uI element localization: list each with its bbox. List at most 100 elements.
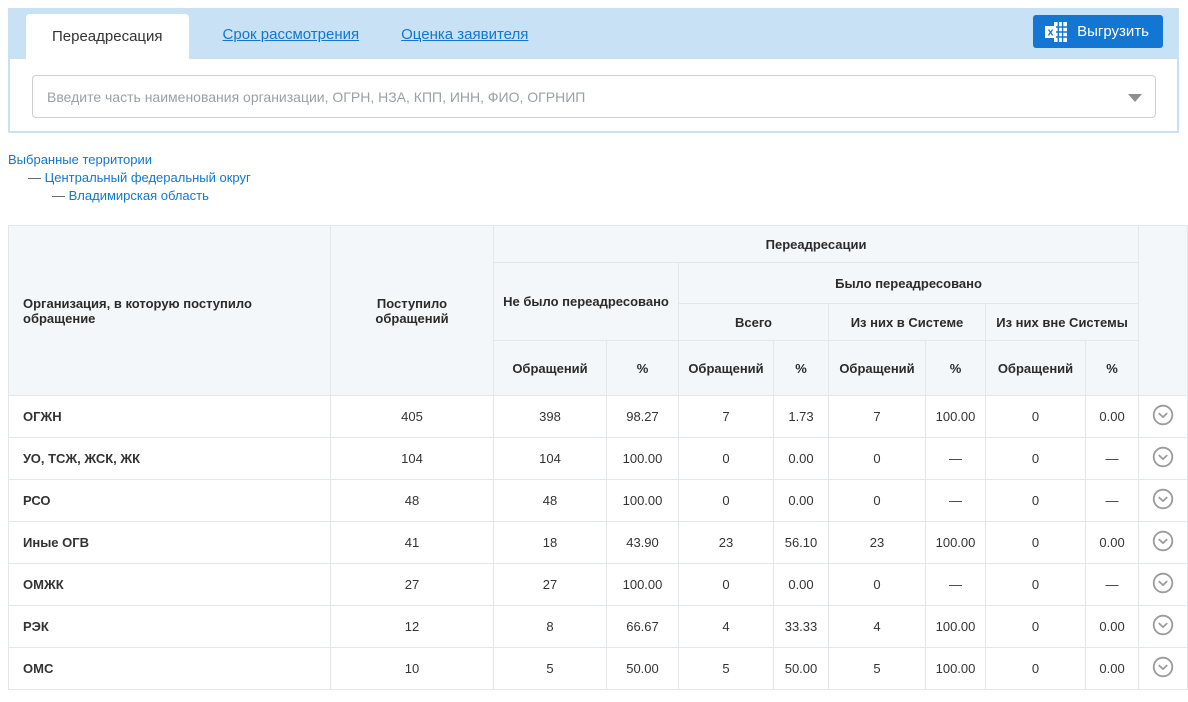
- value-cell: 0: [986, 480, 1086, 522]
- value-cell: 100.00: [926, 648, 986, 690]
- value-cell: 0: [986, 438, 1086, 480]
- value-cell: 0: [986, 606, 1086, 648]
- org-search-input[interactable]: [32, 75, 1156, 118]
- value-cell: 27: [331, 564, 494, 606]
- expand-cell: [1139, 564, 1188, 606]
- table-header: Организация, в которую поступило обращен…: [9, 226, 1188, 396]
- chevron-down-circle-icon: [1152, 656, 1174, 678]
- org-search-combobox: [32, 75, 1156, 118]
- expand-cell: [1139, 480, 1188, 522]
- svg-text:x: x: [1048, 26, 1055, 38]
- expand-row-button[interactable]: [1152, 572, 1174, 594]
- expand-cell: [1139, 522, 1188, 564]
- value-cell: 56.10: [774, 522, 829, 564]
- expand-row-button[interactable]: [1152, 488, 1174, 510]
- value-cell: 0.00: [1086, 396, 1139, 438]
- territory-dash: —: [28, 170, 41, 185]
- value-cell: 100.00: [926, 522, 986, 564]
- expand-cell: [1139, 438, 1188, 480]
- org-cell: Иные ОГВ: [9, 522, 331, 564]
- header-not-redirected: Не было переадресовано: [494, 263, 679, 341]
- value-cell: 0: [679, 438, 774, 480]
- chevron-down-circle-icon: [1152, 488, 1174, 510]
- value-cell: 100.00: [607, 564, 679, 606]
- header-percent: %: [774, 341, 829, 396]
- chevron-down-circle-icon: [1152, 572, 1174, 594]
- org-cell: ОМС: [9, 648, 331, 690]
- header-in-system: Из них в Системе: [829, 304, 986, 341]
- value-cell: 4: [829, 606, 926, 648]
- value-cell: 0: [829, 480, 926, 522]
- value-cell: 98.27: [607, 396, 679, 438]
- header-out-system: Из них вне Системы: [986, 304, 1139, 341]
- dropdown-caret-icon[interactable]: [1128, 94, 1142, 102]
- value-cell: 405: [331, 396, 494, 438]
- value-cell: 104: [331, 438, 494, 480]
- table-row: Иные ОГВ411843.902356.1023100.0000.00: [9, 522, 1188, 564]
- redirects-report-table: Организация, в которую поступило обращен…: [8, 225, 1188, 690]
- value-cell: 0: [986, 564, 1086, 606]
- value-cell: 0: [986, 396, 1086, 438]
- page: Переадресация Срок рассмотрения Оценка з…: [0, 0, 1188, 702]
- expand-row-button[interactable]: [1152, 446, 1174, 468]
- expand-row-button[interactable]: [1152, 530, 1174, 552]
- value-cell: 398: [494, 396, 607, 438]
- tabs-bar: Переадресация Срок рассмотрения Оценка з…: [10, 10, 1177, 59]
- value-cell: 12: [331, 606, 494, 648]
- chevron-down-circle-icon: [1152, 446, 1174, 468]
- filter-panel: Переадресация Срок рассмотрения Оценка з…: [8, 8, 1179, 133]
- export-button[interactable]: x Выгрузить: [1033, 15, 1163, 48]
- value-cell: 7: [679, 396, 774, 438]
- expand-row-button[interactable]: [1152, 404, 1174, 426]
- selected-territories: Выбранные территории — Центральный федер…: [8, 151, 251, 205]
- header-appeals: Обращений: [494, 341, 607, 396]
- header-redirected-group: Было переадресовано: [679, 263, 1139, 304]
- value-cell: 43.90: [607, 522, 679, 564]
- value-cell: 18: [494, 522, 607, 564]
- value-cell: 5: [829, 648, 926, 690]
- value-cell: —: [1086, 438, 1139, 480]
- header-percent: %: [926, 341, 986, 396]
- chevron-down-circle-icon: [1152, 614, 1174, 636]
- tab-label: Оценка заявителя: [401, 26, 528, 43]
- value-cell: 33.33: [774, 606, 829, 648]
- header-expand-column: [1139, 226, 1188, 396]
- value-cell: 0: [829, 438, 926, 480]
- territory-link-region[interactable]: Владимирская область: [69, 188, 209, 203]
- tab-label: Срок рассмотрения: [223, 26, 360, 43]
- expand-row-button[interactable]: [1152, 656, 1174, 678]
- value-cell: 104: [494, 438, 607, 480]
- table-row: УО, ТСЖ, ЖСК, ЖК104104100.0000.000—0—: [9, 438, 1188, 480]
- value-cell: 4: [679, 606, 774, 648]
- value-cell: 48: [331, 480, 494, 522]
- value-cell: 41: [331, 522, 494, 564]
- value-cell: 0.00: [1086, 522, 1139, 564]
- value-cell: 100.00: [607, 480, 679, 522]
- value-cell: 1.73: [774, 396, 829, 438]
- tab-label: Переадресация: [52, 28, 163, 45]
- value-cell: 27: [494, 564, 607, 606]
- value-cell: 100.00: [607, 438, 679, 480]
- territory-link-federal-district[interactable]: Центральный федеральный округ: [45, 170, 251, 185]
- search-area: [10, 59, 1177, 131]
- expand-row-button[interactable]: [1152, 614, 1174, 636]
- value-cell: 5: [494, 648, 607, 690]
- value-cell: —: [926, 564, 986, 606]
- tab-pereadresaciya[interactable]: Переадресация: [26, 14, 189, 59]
- value-cell: 8: [494, 606, 607, 648]
- tab-ocenka-zayavitelya[interactable]: Оценка заявителя: [393, 10, 536, 59]
- table-row: РСО4848100.0000.000—0—: [9, 480, 1188, 522]
- value-cell: 0: [679, 564, 774, 606]
- tab-srok-rassmotreniya[interactable]: Срок рассмотрения: [215, 10, 368, 59]
- header-appeals: Обращений: [986, 341, 1086, 396]
- header-appeals: Обращений: [829, 341, 926, 396]
- header-appeals: Обращений: [679, 341, 774, 396]
- value-cell: 0.00: [1086, 606, 1139, 648]
- value-cell: —: [926, 480, 986, 522]
- value-cell: 100.00: [926, 396, 986, 438]
- value-cell: 50.00: [607, 648, 679, 690]
- table-row: ОГЖН40539898.2771.737100.0000.00: [9, 396, 1188, 438]
- value-cell: —: [1086, 564, 1139, 606]
- territories-title-link[interactable]: Выбранные территории: [8, 152, 152, 167]
- chevron-down-circle-icon: [1152, 404, 1174, 426]
